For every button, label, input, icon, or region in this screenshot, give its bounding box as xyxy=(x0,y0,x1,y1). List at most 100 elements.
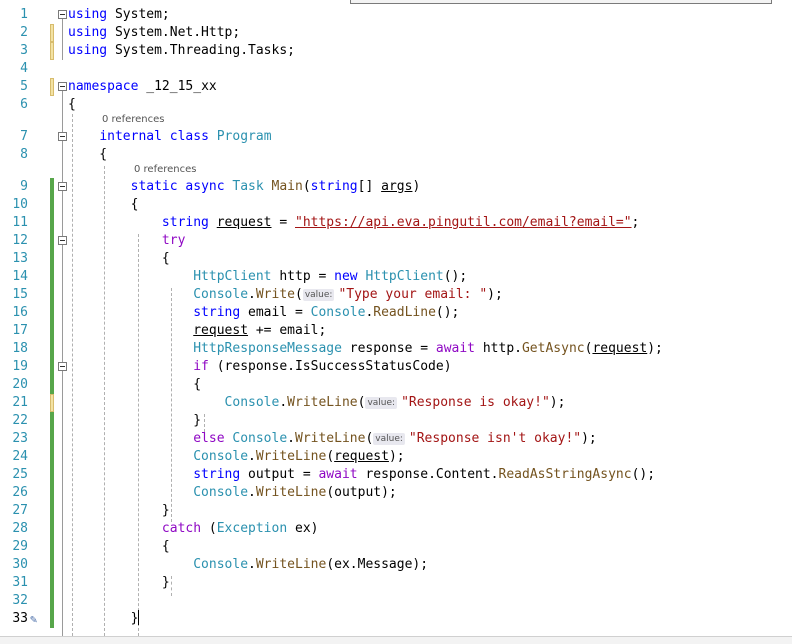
code-text[interactable]: Console.Write(value: "Type your email: ")… xyxy=(68,286,503,304)
saved-change-marker xyxy=(50,610,54,628)
code-text[interactable]: using System; xyxy=(68,6,170,24)
code-text[interactable]: } xyxy=(68,610,140,628)
code-line[interactable]: 10 { xyxy=(0,196,792,214)
code-editor[interactable]: 1 using System; 2 using System.Net.Http; 3 us… xyxy=(0,4,792,636)
code-line[interactable]: 24 Console.WriteLine(request); xyxy=(0,448,792,466)
codelens-references[interactable]: 0 references xyxy=(134,163,197,177)
code-text[interactable]: } xyxy=(68,574,170,592)
code-line[interactable]: 18 HttpResponseMessage response = await … xyxy=(0,340,792,358)
unsaved-change-marker xyxy=(50,24,54,42)
line-number: 25 xyxy=(12,467,28,482)
code-text[interactable]: request += email; xyxy=(68,322,326,340)
collapse-toggle-icon[interactable] xyxy=(58,182,67,191)
code-line[interactable]: 7 internal class Program xyxy=(0,128,792,146)
saved-change-marker xyxy=(50,412,54,430)
code-text[interactable]: using System.Threading.Tasks; xyxy=(68,42,295,60)
code-line[interactable]: 11 string request = "https://api.eva.pin… xyxy=(0,214,792,232)
line-number: 7 xyxy=(20,129,28,144)
code-text[interactable]: } xyxy=(68,412,201,430)
code-line[interactable]: 19 if (response.IsSuccessStatusCode) xyxy=(0,358,792,376)
code-text[interactable]: catch (Exception ex) xyxy=(68,520,319,538)
collapse-toggle-icon[interactable] xyxy=(58,82,67,91)
line-number: 12 xyxy=(12,233,28,248)
code-line[interactable]: 6{ xyxy=(0,96,792,114)
code-text[interactable]: { xyxy=(68,96,76,114)
saved-change-marker xyxy=(50,466,54,484)
code-text[interactable]: string output = await response.Content.R… xyxy=(68,466,655,484)
code-line[interactable]: 23 else Console.WriteLine(value: "Respons… xyxy=(0,430,792,448)
code-text[interactable]: if (response.IsSuccessStatusCode) xyxy=(68,358,451,376)
code-line[interactable]: 5 namespace _12_15_xx xyxy=(0,78,792,96)
code-text[interactable]: Console.WriteLine(ex.Message); xyxy=(68,556,428,574)
code-text[interactable]: Console.WriteLine(output); xyxy=(68,484,397,502)
code-line[interactable]: 33 ✎ } xyxy=(0,610,792,628)
code-text[interactable]: { xyxy=(68,250,170,268)
saved-change-marker xyxy=(50,340,54,358)
code-line[interactable]: 21 Console.WriteLine(value: "Response is … xyxy=(0,394,792,412)
code-text[interactable]: { xyxy=(68,196,139,214)
code-line[interactable]: 32 xyxy=(0,592,792,610)
code-line[interactable]: 17 request += email; xyxy=(0,322,792,340)
code-text[interactable]: HttpClient http = new HttpClient(); xyxy=(68,268,467,286)
line-number: 32 xyxy=(12,593,28,608)
code-text[interactable]: try xyxy=(68,232,185,250)
code-line[interactable]: 25 string output = await response.Conten… xyxy=(0,466,792,484)
code-line[interactable]: 12 try xyxy=(0,232,792,250)
code-text[interactable]: { xyxy=(68,146,107,164)
code-text[interactable]: { xyxy=(68,376,201,394)
code-line[interactable]: 28 catch (Exception ex) xyxy=(0,520,792,538)
code-text[interactable]: else Console.WriteLine(value: "Response i… xyxy=(68,430,597,448)
code-line[interactable]: 13 { xyxy=(0,250,792,268)
collapse-toggle-icon[interactable] xyxy=(58,362,67,371)
line-number: 28 xyxy=(12,521,28,536)
text-caret xyxy=(138,610,140,625)
line-number: 2 xyxy=(20,25,28,40)
code-line[interactable]: 22 } xyxy=(0,412,792,430)
code-text[interactable]: using System.Net.Http; xyxy=(68,24,240,42)
code-line[interactable]: 15 Console.Write(value: "Type your email:… xyxy=(0,286,792,304)
code-text[interactable]: string email = Console.ReadLine(); xyxy=(68,304,459,322)
code-line[interactable]: 3 using System.Threading.Tasks; xyxy=(0,42,792,60)
saved-change-marker xyxy=(50,358,54,376)
code-line[interactable]: 29 { xyxy=(0,538,792,556)
saved-change-marker xyxy=(50,556,54,574)
code-text[interactable]: namespace _12_15_xx xyxy=(68,78,217,96)
saved-change-marker xyxy=(50,322,54,340)
code-line[interactable]: 30 Console.WriteLine(ex.Message); xyxy=(0,556,792,574)
code-text[interactable]: static async Task Main(string[] args) xyxy=(68,178,421,196)
code-line[interactable]: 9 static async Task Main(string[] args) xyxy=(0,178,792,196)
collapse-toggle-icon[interactable] xyxy=(58,236,67,245)
code-text[interactable]: internal class Program xyxy=(68,128,271,146)
code-line[interactable]: 16 string email = Console.ReadLine(); xyxy=(0,304,792,322)
code-text[interactable]: { xyxy=(68,538,170,556)
code-text[interactable]: string request = "https://api.eva.pingut… xyxy=(68,214,639,232)
code-line[interactable]: 1 using System; xyxy=(0,6,792,24)
saved-change-marker xyxy=(50,484,54,502)
collapse-toggle-icon[interactable] xyxy=(58,10,67,19)
line-number: 11 xyxy=(12,215,28,230)
code-line[interactable]: 2 using System.Net.Http; xyxy=(0,24,792,42)
code-line[interactable]: 8 { xyxy=(0,146,792,164)
saved-change-marker xyxy=(50,430,54,448)
saved-change-marker xyxy=(50,232,54,250)
code-text[interactable]: HttpResponseMessage response = await htt… xyxy=(68,340,663,358)
code-line[interactable]: 31 } xyxy=(0,574,792,592)
saved-change-marker xyxy=(50,592,54,610)
line-number: 20 xyxy=(12,377,28,392)
code-text[interactable]: Console.WriteLine(request); xyxy=(68,448,404,466)
line-number: 17 xyxy=(12,323,28,338)
code-line[interactable]: 14 HttpClient http = new HttpClient(); xyxy=(0,268,792,286)
saved-change-marker xyxy=(50,304,54,322)
line-number: 26 xyxy=(12,485,28,500)
saved-change-marker xyxy=(50,214,54,232)
codelens-references[interactable]: 0 references xyxy=(102,113,165,127)
paintbrush-icon[interactable]: ✎ xyxy=(30,612,46,626)
code-text[interactable]: Console.WriteLine(value: "Response is oka… xyxy=(68,394,566,412)
unsaved-change-marker xyxy=(50,394,54,412)
code-line[interactable]: 27 } xyxy=(0,502,792,520)
collapse-toggle-icon[interactable] xyxy=(58,132,67,141)
code-line[interactable]: 26 Console.WriteLine(output); xyxy=(0,484,792,502)
code-line[interactable]: 20 { xyxy=(0,376,792,394)
code-line[interactable]: 4 xyxy=(0,60,792,78)
code-text[interactable]: } xyxy=(68,502,170,520)
